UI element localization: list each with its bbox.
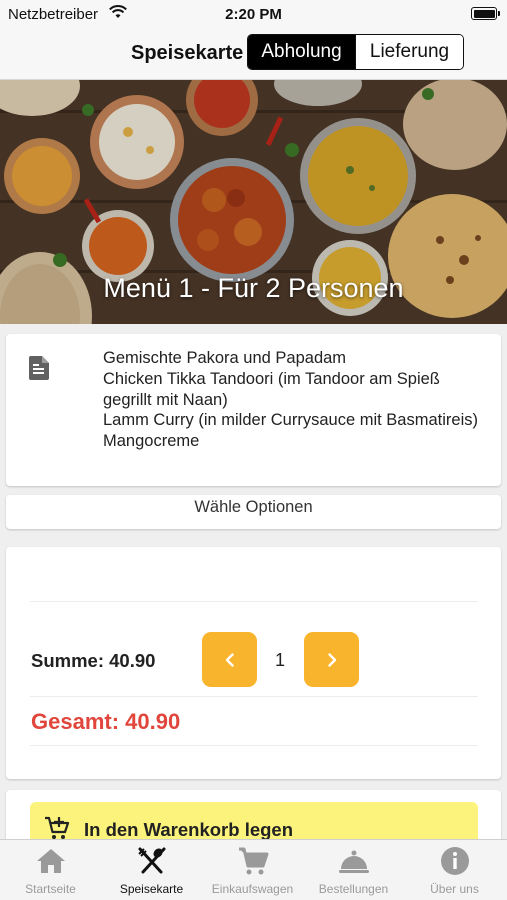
- segment-lieferung[interactable]: Lieferung: [355, 35, 463, 69]
- order-summary-card: Summe: 40.90 1 Gesamt: 40.90: [6, 547, 501, 779]
- menu-description-card: Gemischte Pakora und Papadam Chicken Tik…: [6, 334, 501, 486]
- tab-bar: Startseite Speisekarte Einkaufswagen Bes…: [0, 839, 507, 900]
- document-icon: [29, 356, 49, 380]
- divider: [30, 601, 478, 602]
- tab-einkaufswagen[interactable]: Einkaufswagen: [202, 840, 303, 900]
- tab-speisekarte[interactable]: Speisekarte: [101, 840, 202, 900]
- segment-abholung[interactable]: Abholung: [248, 35, 355, 69]
- home-icon: [37, 849, 65, 873]
- choose-options-card[interactable]: Wähle Optionen: [6, 495, 501, 529]
- tab-label: Startseite: [25, 882, 76, 896]
- add-to-cart-label: In den Warenkorb legen: [84, 819, 294, 840]
- menu-item-line: Lamm Curry (in milder Currysauce mit Bas…: [103, 411, 478, 430]
- cloche-icon: [339, 850, 369, 873]
- divider: [30, 745, 478, 746]
- chevron-left-icon: [225, 652, 234, 667]
- menu-hero-image: Menü 1 - Für 2 Personen: [0, 80, 507, 324]
- tab-label: Bestellungen: [318, 882, 389, 896]
- menu-title: Menü 1 - Für 2 Personen: [103, 273, 404, 303]
- status-bar: Netzbetreiber 2:20 PM: [0, 0, 507, 28]
- navigation-bar: Speisekarte Abholung Lieferung: [0, 28, 507, 80]
- cutlery-icon: [138, 847, 166, 874]
- tab-ueber-uns[interactable]: Über uns: [404, 840, 505, 900]
- cart-icon: [239, 847, 269, 875]
- quantity-value: 1: [274, 650, 285, 670]
- increase-quantity-button[interactable]: [304, 632, 359, 687]
- tab-bestellungen[interactable]: Bestellungen: [303, 840, 404, 900]
- tab-startseite[interactable]: Startseite: [0, 840, 101, 900]
- menu-items-list: Gemischte Pakora und Papadam Chicken Tik…: [103, 348, 493, 452]
- total-label: Gesamt: 40.90: [31, 709, 181, 734]
- chevron-right-icon: [327, 652, 336, 667]
- tab-label: Einkaufswagen: [211, 882, 294, 896]
- divider: [30, 696, 478, 697]
- choose-options-label: Wähle Optionen: [194, 498, 313, 516]
- decrease-quantity-button[interactable]: [202, 632, 257, 687]
- page-title: Speisekarte: [131, 42, 244, 64]
- delivery-mode-segmented-control: Abholung Lieferung: [247, 34, 464, 70]
- info-icon: [441, 847, 469, 875]
- battery-icon: [471, 7, 500, 20]
- menu-item-line: Mangocreme: [103, 432, 200, 451]
- sum-label: Summe: 40.90: [31, 650, 156, 671]
- cart-add-icon: [45, 816, 70, 839]
- menu-item-line: Chicken Tikka Tandoori (im Tandoor am Sp…: [103, 369, 440, 409]
- tab-label: Über uns: [430, 882, 479, 896]
- clock: 2:20 PM: [225, 6, 282, 23]
- tab-label: Speisekarte: [119, 882, 184, 896]
- menu-item-line: Gemischte Pakora und Papadam: [103, 349, 347, 367]
